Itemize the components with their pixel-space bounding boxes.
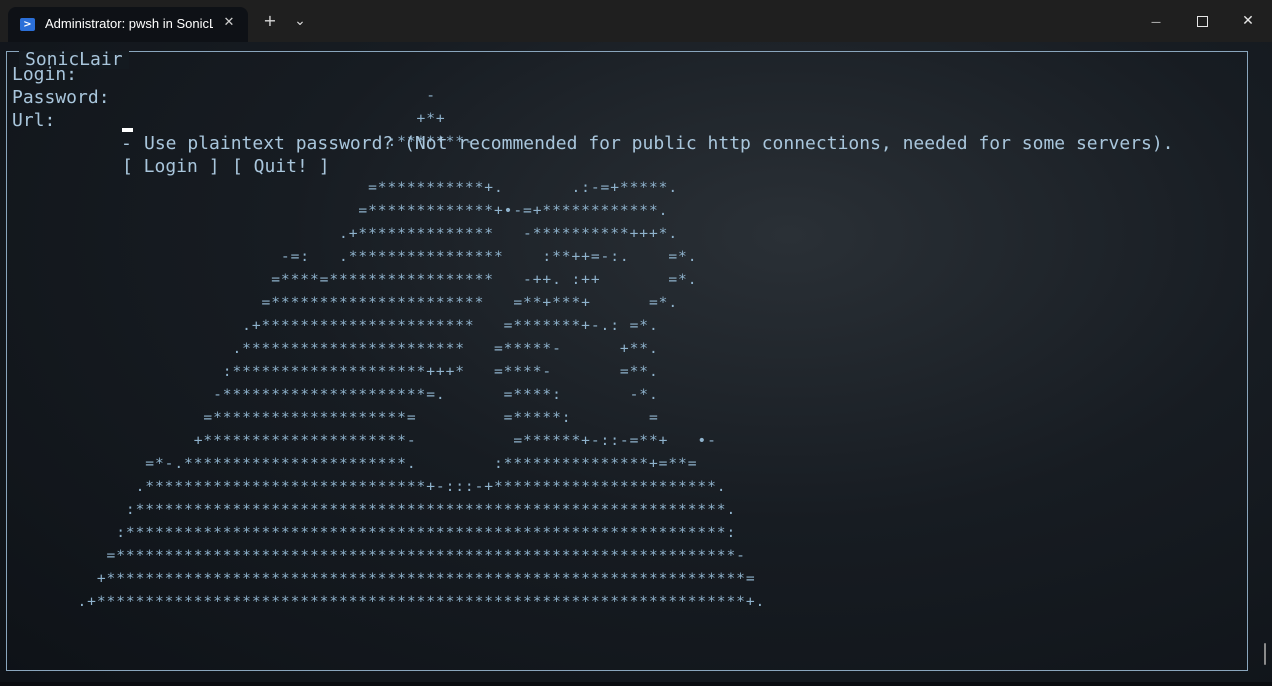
minimize-button[interactable]: —: [1133, 0, 1179, 42]
maximize-button[interactable]: [1179, 0, 1225, 42]
login-button[interactable]: [ Login ]: [122, 155, 220, 178]
title-bar: > Administrator: pwsh in SonicL ✕ + ⌄ — …: [0, 0, 1272, 42]
status-strip: [0, 682, 1272, 686]
art-line: .*****************************+-:::-+***…: [0, 478, 727, 495]
art-line: +*+: [0, 110, 446, 127]
art-line: .+************** -**********+++*.: [0, 225, 679, 242]
art-line: =********************** =**+***+ =*.: [0, 294, 679, 311]
art-line: :***************************************…: [0, 501, 737, 518]
password-label: Password:: [12, 87, 110, 108]
close-icon: ✕: [1242, 13, 1254, 29]
art-line: =***********+. .:-=+*****.: [0, 179, 679, 196]
art-line: =***************************************…: [0, 547, 746, 564]
terminal-pane[interactable]: SonicLair - +*+ :*******- =***********+.…: [0, 42, 1272, 686]
art-line: +*********************- =******+-::-=**+…: [0, 432, 717, 449]
art-line: =********************= =*****: =: [0, 409, 659, 426]
close-window-button[interactable]: ✕: [1225, 0, 1271, 42]
powershell-icon: >: [20, 18, 35, 31]
url-label: Url:: [12, 110, 56, 131]
art-line: :********************+++* =****- =**.: [0, 363, 659, 380]
scrollbar[interactable]: [1264, 643, 1266, 665]
plaintext-checkbox[interactable]: -: [121, 132, 132, 155]
tab-title: Administrator: pwsh in SonicL: [45, 16, 213, 31]
quit-button[interactable]: [ Quit! ]: [232, 155, 330, 178]
terminal-tab[interactable]: > Administrator: pwsh in SonicL ✕: [8, 7, 248, 42]
art-line: =*************+•-=+************.: [0, 202, 669, 219]
login-label: Login:: [12, 64, 78, 85]
art-line: .+********************** =*******+-.: =*…: [0, 317, 659, 334]
minimize-icon: —: [1151, 17, 1161, 28]
art-line: =*-.***********************. :**********…: [0, 455, 698, 472]
new-tab-button[interactable]: +: [257, 10, 283, 32]
art-line: -*********************=. =****: -*.: [0, 386, 659, 403]
art-line: :***************************************…: [0, 524, 737, 541]
art-line: +***************************************…: [0, 570, 756, 587]
art-line: -=: .**************** :**++=-:. =*.: [0, 248, 698, 265]
art-line: =****=***************** -++. :++ =*.: [0, 271, 698, 288]
tab-dropdown-icon[interactable]: ⌄: [287, 10, 313, 32]
art-line: .+**************************************…: [0, 593, 766, 610]
tab-close-icon[interactable]: ✕: [220, 13, 238, 33]
art-line: .*********************** =*****- +**.: [0, 340, 659, 357]
maximize-icon: [1196, 15, 1208, 27]
plaintext-label[interactable]: Use plaintext password? (Not recommended…: [144, 132, 1174, 155]
